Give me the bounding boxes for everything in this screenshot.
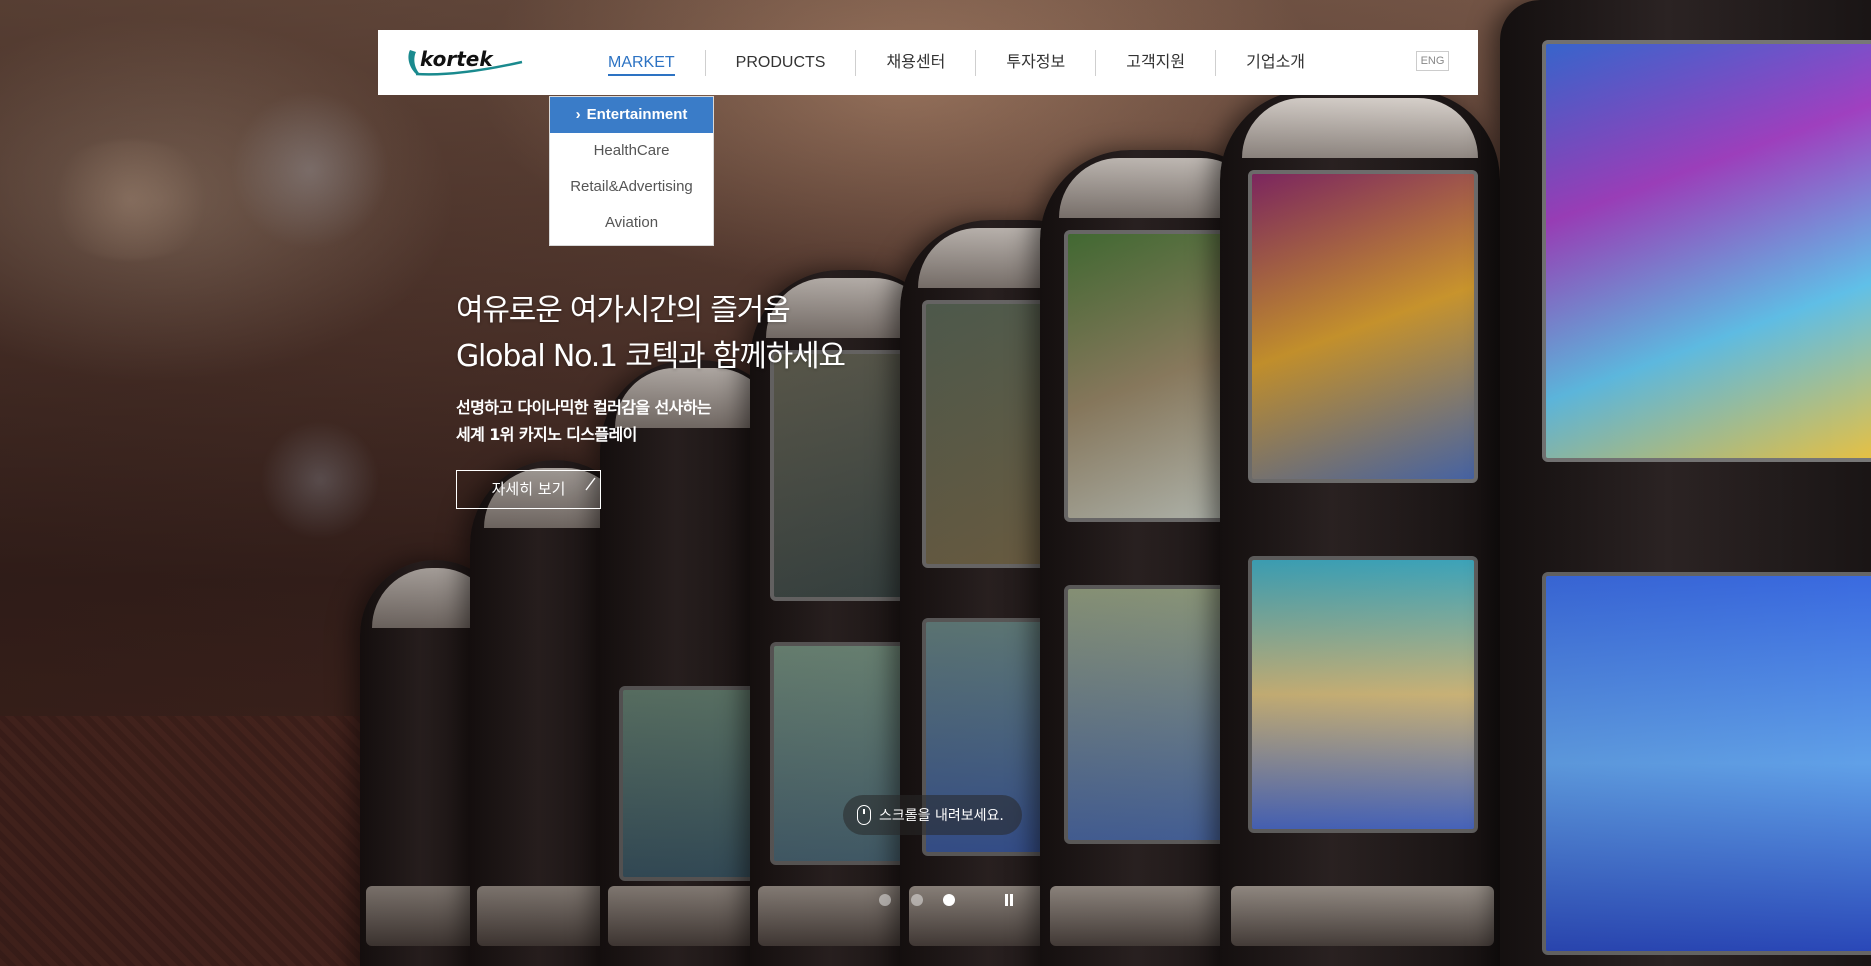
dropdown-item-retail[interactable]: Retail&Advertising xyxy=(550,169,713,205)
hero-subcopy: 선명하고 다이나믹한 컬러감을 선사하는 세계 1위 카지노 디스플레이 xyxy=(456,394,845,448)
headline-line-2: Global No.1 코텍과 함께하세요 xyxy=(456,339,846,374)
nav-market[interactable]: MARKET xyxy=(578,30,705,95)
main-nav: MARKET PRODUCTS 채용센터 투자정보 고객지원 기업소개 xyxy=(578,30,1335,95)
nav-support[interactable]: 고객지원 xyxy=(1096,30,1215,95)
dropdown-item-healthcare[interactable]: HealthCare xyxy=(550,133,713,169)
hero-headline: 여유로운 여가시간의 즐거움 Global No.1 코텍과 함께하세요 xyxy=(456,288,846,380)
logo-graphic: kortek xyxy=(408,47,523,76)
view-more-button[interactable]: 자세히 보기 xyxy=(456,470,601,509)
market-dropdown: › Entertainment HealthCare Retail&Adverti… xyxy=(549,96,714,246)
dropdown-item-entertainment[interactable]: › Entertainment xyxy=(550,97,713,133)
dropdown-item-aviation[interactable]: Aviation xyxy=(550,205,713,241)
chevron-right-icon: › xyxy=(575,106,581,123)
slide-dot-1[interactable] xyxy=(879,894,891,906)
slide-dot-2[interactable] xyxy=(911,894,923,906)
nav-careers[interactable]: 채용센터 xyxy=(856,30,975,95)
kortek-logo[interactable]: kortek xyxy=(406,44,524,78)
svg-text:kortek: kortek xyxy=(420,47,494,71)
slide-dot-3[interactable] xyxy=(943,894,955,906)
site-header: kortek MARKET PRODUCTS 채용센터 투자정보 고객지원 기업… xyxy=(378,30,1478,95)
subcopy-line-1: 선명하고 다이나믹한 컬러감을 선사하는 xyxy=(456,398,712,417)
slider-pagination xyxy=(879,894,1015,906)
view-more-label: 자세히 보기 xyxy=(491,480,566,498)
subcopy-line-2: 세계 1위 카지노 디스플레이 xyxy=(456,425,637,444)
language-button[interactable]: ENG xyxy=(1416,51,1449,71)
nav-products[interactable]: PRODUCTS xyxy=(706,30,856,95)
mouse-icon xyxy=(857,805,871,825)
headline-line-1: 여유로운 여가시간의 즐거움 xyxy=(456,293,791,328)
pause-icon[interactable] xyxy=(1003,894,1015,906)
nav-investor[interactable]: 투자정보 xyxy=(976,30,1095,95)
slash-icon xyxy=(585,477,596,491)
nav-company[interactable]: 기업소개 xyxy=(1216,30,1335,95)
hero-copy: 여유로운 여가시간의 즐거움 Global No.1 코텍과 함께하세요 선명하… xyxy=(456,288,846,448)
scroll-hint-text: 스크롤을 내려보세요. xyxy=(879,808,1004,824)
scroll-hint: 스크롤을 내려보세요. xyxy=(843,795,1022,835)
